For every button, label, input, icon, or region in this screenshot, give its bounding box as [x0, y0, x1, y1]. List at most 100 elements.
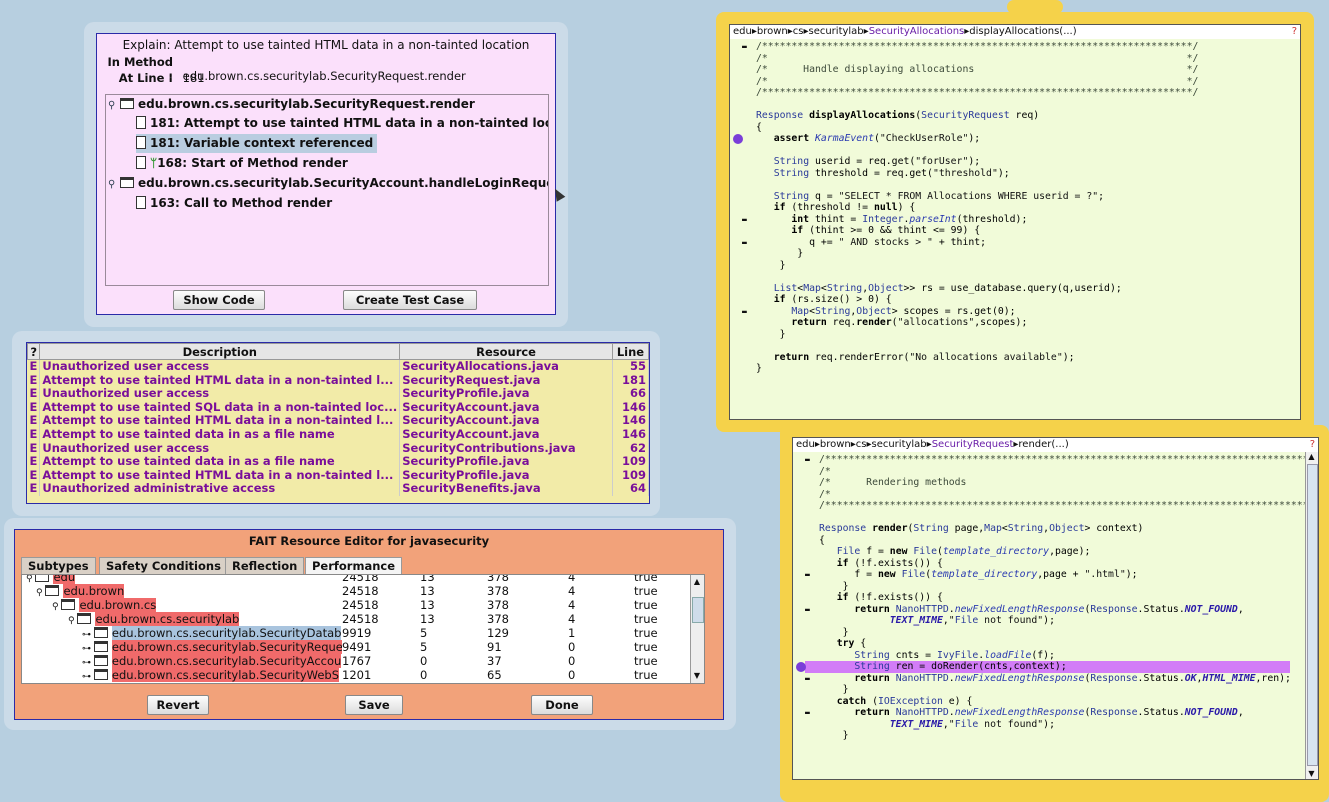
table-row[interactable]: E Attempt to use tainted data in as a fil…: [27, 427, 649, 442]
code-line: if (!f.exists()) {: [836, 557, 943, 569]
col-header-flag[interactable]: ?: [27, 343, 41, 360]
tree-row[interactable]: ⚲ edu 24518 13 378 4 true: [22, 574, 702, 584]
expand-toggle-icon[interactable]: ⚲: [52, 602, 61, 612]
fold-icon[interactable]: ▬: [742, 306, 747, 318]
fold-icon[interactable]: ▬: [742, 214, 747, 226]
expand-toggle-icon[interactable]: ⚲: [108, 175, 118, 194]
fold-icon[interactable]: ▬: [805, 707, 810, 719]
scrollbar[interactable]: ▲ ▼: [690, 575, 704, 683]
create-test-case-button[interactable]: Create Test Case: [343, 290, 477, 310]
help-icon[interactable]: ?: [1292, 26, 1297, 37]
scroll-down-icon[interactable]: ▼: [692, 671, 702, 681]
code-line: {: [819, 534, 825, 546]
expand-toggle-icon[interactable]: ⊶: [82, 658, 94, 668]
expand-toggle-icon[interactable]: ⚲: [26, 575, 35, 584]
code-line: f = new File(template_directory,page + "…: [819, 569, 1138, 580]
resource-c2-cell: 5: [420, 640, 428, 654]
code-editor-allocations[interactable]: edu▸brown▸cs▸securitylab▸SecurityAllocat…: [729, 24, 1301, 420]
code-area[interactable]: ▬ /**************************************…: [730, 39, 1300, 419]
explain-title: Explain: Attempt to use tainted HTML dat…: [122, 38, 530, 52]
resource-c3-cell: 378: [487, 598, 509, 612]
line-cell: 62: [612, 441, 649, 456]
fold-icon[interactable]: ▬: [805, 673, 810, 685]
table-row[interactable]: E Unauthorized administrative access Secur…: [27, 482, 649, 496]
table-row[interactable]: E Attempt to use tainted SQL data in a no…: [27, 400, 649, 415]
resource-c2-cell: 13: [420, 612, 435, 626]
table-row[interactable]: E Attempt to use tainted HTML data in a n…: [27, 468, 649, 483]
table-row[interactable]: E Attempt to use tainted HTML data in a n…: [27, 373, 649, 388]
tree-node-render[interactable]: ⚲ edu.brown.cs.securitylab.SecurityReques…: [108, 95, 475, 114]
expand-toggle-icon[interactable]: ⚲: [36, 588, 45, 598]
scroll-up-icon[interactable]: ▲: [692, 577, 702, 587]
resource-cell: SecurityAccount.java: [399, 400, 613, 415]
tree-leaf[interactable]: 163: Call to Method render: [136, 194, 332, 213]
scrollbar[interactable]: ▲ ▼: [1305, 452, 1318, 779]
fold-icon[interactable]: ▬: [742, 237, 747, 249]
table-row[interactable]: E Attempt to use tainted HTML data in a n…: [27, 414, 649, 428]
fold-icon[interactable]: ▬: [805, 569, 810, 581]
tree-row[interactable]: ⚲ edu.brown 24518 13 378 4 true: [22, 584, 702, 598]
resource-label: edu: [53, 575, 76, 584]
tree-node-login[interactable]: ⚲ edu.brown.cs.securitylab.SecurityAccoun…: [108, 174, 548, 194]
folder-icon: [120, 98, 134, 109]
resource-label: edu.brown.cs.securitylab.SecurityWebS: [111, 668, 340, 682]
tab-reflection[interactable]: Reflection: [225, 557, 305, 574]
resource-c2-cell: 13: [420, 598, 435, 612]
show-code-button[interactable]: Show Code: [173, 290, 265, 310]
help-icon[interactable]: ?: [1310, 439, 1315, 450]
tab-performance[interactable]: Performance: [305, 557, 403, 575]
tree-leaf-selected[interactable]: 181: Variable context referenced: [136, 134, 378, 153]
tree-row[interactable]: ⊶ edu.brown.cs.securitylab.SecurityAccou…: [22, 654, 702, 668]
col-header-resource[interactable]: Resource: [399, 343, 613, 360]
done-button[interactable]: Done: [531, 695, 593, 715]
folder-icon: [93, 655, 108, 666]
expand-toggle-icon[interactable]: ⚲: [108, 96, 118, 115]
code-editor-render[interactable]: edu▸brown▸cs▸securitylab▸SecurityRequest…: [792, 437, 1319, 780]
tree-row[interactable]: ⊶ edu.brown.cs.securitylab.SecurityDatab…: [22, 626, 702, 640]
code-line: /***************************************…: [819, 500, 1319, 511]
error-marker-icon[interactable]: [733, 134, 743, 144]
table-row[interactable]: E Unauthorized user access SecurityProfile…: [27, 387, 649, 401]
expand-toggle-icon[interactable]: ⊶: [82, 672, 94, 682]
table-row[interactable]: E Unauthorized user access SecurityAllocat…: [27, 359, 649, 374]
resource-c2-cell: 0: [420, 668, 428, 682]
tree-leaf[interactable]: ᛘ168: Start of Method render: [136, 154, 348, 173]
revert-button[interactable]: Revert: [147, 695, 209, 715]
save-button[interactable]: Save: [345, 695, 403, 715]
expand-toggle-icon[interactable]: ⊶: [82, 630, 94, 640]
expand-toggle-icon[interactable]: ⊶: [82, 644, 94, 654]
code-area[interactable]: ▬ /**************************************…: [793, 452, 1318, 779]
scroll-down-icon[interactable]: ▼: [1306, 769, 1317, 779]
col-header-description[interactable]: Description: [39, 343, 401, 360]
expand-toggle-icon[interactable]: ⚲: [68, 616, 77, 626]
scroll-up-icon[interactable]: ▲: [1306, 452, 1317, 462]
resource-c1-cell: 24518: [342, 584, 379, 598]
resource-c5-cell: true: [634, 654, 658, 668]
tab-safety-conditions[interactable]: Safety Conditions: [99, 557, 228, 574]
tree-row[interactable]: ⚲ edu.brown.cs.securitylab 24518 13 378 4 tru…: [22, 612, 702, 626]
error-marker-icon[interactable]: [796, 662, 806, 672]
code-line: /* */: [819, 488, 1319, 500]
col-header-line[interactable]: Line: [611, 343, 649, 360]
resource-label: edu.brown.cs.securitylab.SecurityReque: [111, 640, 342, 654]
tree-leaf[interactable]: 181: Attempt to use tainted HTML data in…: [136, 114, 548, 133]
tab-subtypes[interactable]: Subtypes: [21, 557, 96, 574]
code-line: String cnts = IvyFile.loadFile(f);: [854, 649, 1055, 661]
resource-c3-cell: 378: [487, 584, 509, 598]
description-cell: Unauthorized administrative access: [39, 482, 401, 496]
resource-c5-cell: true: [634, 584, 658, 598]
description-cell: Unauthorized user access: [39, 441, 401, 456]
tree-row[interactable]: ⊶ edu.brown.cs.securitylab.SecurityWebS 1…: [22, 668, 702, 682]
fold-icon[interactable]: ▬: [742, 41, 747, 53]
scroll-thumb[interactable]: [1307, 464, 1318, 766]
tree-row[interactable]: ⚲ edu.brown.cs 24518 13 378 4 true: [22, 598, 702, 612]
resource-c4-cell: 4: [568, 574, 576, 584]
tree-row[interactable]: ⊶ edu.brown.cs.securitylab.SecurityReque…: [22, 640, 702, 654]
fold-icon[interactable]: ▬: [805, 604, 810, 616]
resource-c1-cell: 24518: [342, 612, 379, 626]
scroll-thumb[interactable]: [692, 597, 704, 623]
fold-icon[interactable]: ▬: [805, 454, 810, 466]
severity-cell: E: [27, 427, 41, 442]
table-row[interactable]: E Attempt to use tainted data in as a fil…: [27, 455, 649, 469]
table-row[interactable]: E Unauthorized user access SecurityContrib…: [27, 441, 649, 456]
